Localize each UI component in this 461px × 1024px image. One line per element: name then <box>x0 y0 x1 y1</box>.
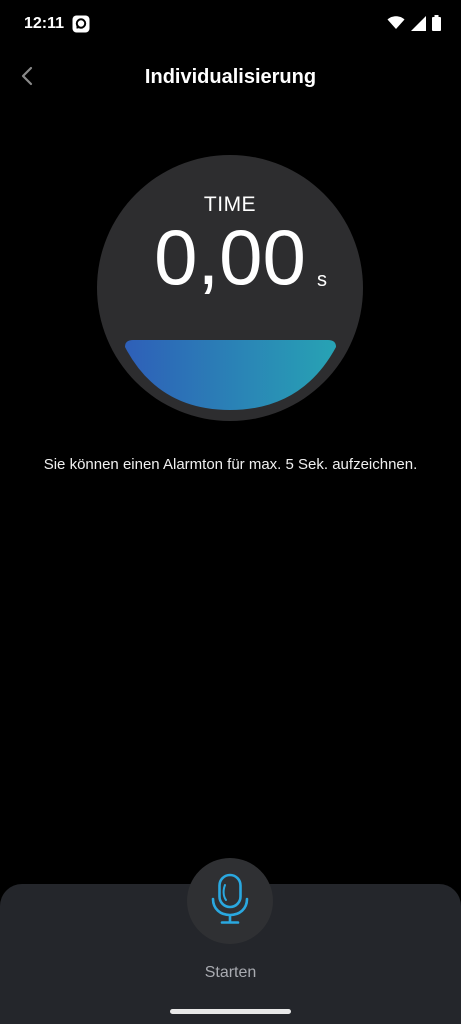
start-label[interactable]: Starten <box>0 964 461 982</box>
header: Individualisierung <box>0 52 461 102</box>
status-icons <box>387 15 441 36</box>
status-time: 12:11 <box>24 15 65 32</box>
timer-dial: TIME 0,00 s <box>97 155 363 421</box>
record-button[interactable] <box>187 858 273 944</box>
microphone-icon <box>210 873 250 930</box>
home-indicator[interactable] <box>170 1009 291 1014</box>
timer-unit: s <box>317 269 327 291</box>
status-bar: 12:11 <box>0 0 461 50</box>
app-notification-icon <box>72 15 90 33</box>
page-title: Individualisierung <box>144 66 317 88</box>
wifi-icon <box>387 16 405 35</box>
recording-info-text: Sie können einen Alarmton für max. 5 Sek… <box>43 456 418 473</box>
cellular-signal-icon <box>411 15 426 36</box>
battery-icon <box>432 15 441 36</box>
